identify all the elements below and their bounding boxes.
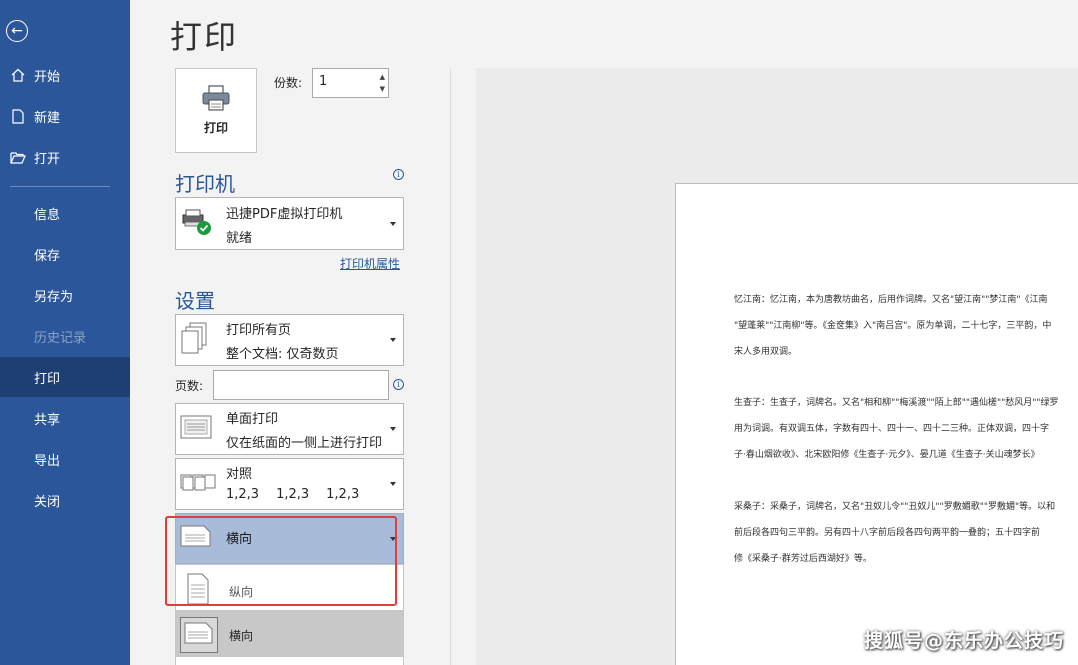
chevron-down-icon [390, 482, 396, 486]
chevron-down-icon [390, 427, 396, 431]
sidebar-item-home[interactable]: 开始 [0, 55, 130, 95]
copies-label: 份数: [274, 76, 303, 90]
print-button[interactable]: 打印 [175, 68, 257, 153]
sidebar-item-share[interactable]: 共享 [0, 398, 130, 438]
sidebar-item-save-as[interactable]: 另存为 [0, 275, 130, 315]
printer-name: 迅捷PDF虚拟打印机 [226, 207, 343, 222]
sidebar-item-label: 打开 [34, 151, 61, 167]
new-doc-icon [0, 108, 34, 124]
sidebar-item-label: 导出 [34, 453, 61, 469]
folder-open-icon [0, 151, 34, 164]
orientation-dropdown[interactable]: 横向 [175, 513, 404, 564]
collate-num: 1,2,3 [226, 487, 260, 502]
sides-label: 单面打印 [226, 412, 279, 427]
sidebar-item-label: 打印 [34, 371, 61, 387]
sidebar-item-label: 共享 [34, 412, 61, 428]
pages-input[interactable] [213, 370, 389, 400]
info-icon[interactable]: i [393, 169, 404, 180]
sidebar-item-new[interactable]: 新建 [0, 96, 130, 136]
pages-label: 页数: [175, 379, 204, 393]
one-sided-page-icon [180, 413, 214, 445]
backstage-sidebar: ← 开始 新建 打开 信息 保存 另存为 历史记录 打印 共享 导出 关闭 [0, 0, 130, 665]
printer-ready-icon [180, 207, 216, 241]
sidebar-item-open[interactable]: 打开 [0, 137, 130, 177]
spin-down-icon[interactable]: ▼ [380, 83, 385, 95]
portrait-page-icon [186, 573, 210, 609]
collate-num: 1,2,3 [276, 487, 310, 502]
watermark: 搜狐号@东乐办公技巧 [863, 630, 1064, 652]
orientation-option-label: 横向 [229, 629, 254, 643]
preview-text-line: 生查子：生查子，词牌名。又名"相和柳""梅溪渡""陌上郎""遇仙槎""愁风月""… [734, 398, 1059, 408]
collate-icon [180, 470, 216, 498]
orientation-option-landscape[interactable]: 横向 [175, 610, 404, 656]
printer-section-title: 打印机 [175, 172, 235, 196]
sides-dropdown[interactable]: 单面打印 仅在纸面的一侧上进行打印 [175, 403, 404, 455]
sides-detail: 仅在纸面的一侧上进行打印 [226, 436, 383, 451]
landscape-page-icon [180, 523, 212, 553]
sidebar-item-close[interactable]: 关闭 [0, 480, 130, 520]
sidebar-divider [10, 186, 110, 187]
preview-text-line: 忆江南：忆江南，本为唐教坊曲名，后用作词牌。又名"望江南""梦江南"《江南 [734, 295, 1048, 305]
printer-properties-link[interactable]: 打印机属性 [340, 255, 400, 272]
sidebar-item-label: 新建 [34, 110, 61, 126]
preview-text-line: 修《采桑子·群芳过后西湖好》等。 [734, 554, 872, 564]
printer-dropdown[interactable]: 迅捷PDF虚拟打印机 就绪 [175, 197, 404, 250]
sidebar-item-label: 历史记录 [34, 330, 87, 346]
preview-text-line: "望蓬莱""江南柳"等。《金奁集》入"南吕宫"。原为单调，二十七字，三平韵，中 [734, 321, 1052, 331]
info-icon[interactable]: i [393, 379, 404, 390]
spin-up-icon[interactable]: ▲ [380, 71, 385, 83]
sidebar-item-save[interactable]: 保存 [0, 234, 130, 274]
next-setting-dropdown[interactable] [175, 656, 404, 665]
settings-section-title: 设置 [175, 289, 215, 313]
copies-value: 1 [319, 74, 328, 89]
collate-label: 对照 [226, 467, 253, 482]
printer-status: 就绪 [226, 231, 253, 246]
preview-text-line: 采桑子：采桑子，词牌名，又名"丑奴儿令""丑奴儿""罗敷媚歌""罗敷媚"等。以和 [734, 502, 1056, 512]
preview-text-line: 用为词调。有双调五体，字数有四十、四十一、四十二三种。正体双调，四十字 [734, 424, 1050, 434]
sidebar-item-label: 开始 [34, 69, 61, 85]
collate-sequence: 1,2,3 1,2,3 1,2,3 [226, 487, 376, 502]
sidebar-item-label: 关闭 [34, 494, 61, 510]
chevron-down-icon [390, 338, 396, 342]
pages-stack-icon [180, 321, 210, 359]
collate-num: 1,2,3 [326, 487, 360, 502]
sidebar-item-export[interactable]: 导出 [0, 439, 130, 479]
preview-page: 忆江南：忆江南，本为唐教坊曲名，后用作词牌。又名"望江南""梦江南"《江南 "望… [675, 183, 1078, 665]
back-arrow-icon[interactable]: ← [6, 20, 28, 42]
preview-text-line: 宋人多用双调。 [734, 347, 798, 357]
print-range-label: 打印所有页 [226, 323, 292, 338]
panel-divider [450, 68, 451, 665]
sidebar-item-info[interactable]: 信息 [0, 193, 130, 233]
landscape-page-icon [180, 617, 218, 653]
orientation-selected-label: 横向 [226, 532, 253, 547]
print-button-label: 打印 [203, 121, 228, 135]
sidebar-item-label: 另存为 [34, 289, 74, 305]
home-icon [0, 68, 34, 82]
collate-dropdown[interactable]: 对照 1,2,3 1,2,3 1,2,3 [175, 458, 404, 510]
chevron-down-icon [390, 221, 396, 226]
sidebar-item-label: 保存 [34, 248, 61, 264]
copies-stepper[interactable]: ▲ ▼ [380, 71, 385, 95]
orientation-option-label: 纵向 [229, 585, 254, 599]
chevron-down-icon [390, 536, 396, 541]
printer-icon [201, 85, 231, 115]
copies-input[interactable]: 1 ▲ ▼ [312, 68, 389, 98]
preview-text-line: 子·春山烟欲收》、北宋欧阳修《生查子·元夕》、晏几道《生查子·关山魂梦长》 [734, 450, 1040, 460]
sidebar-item-print[interactable]: 打印 [0, 357, 130, 397]
preview-text-line: 前后段各四句三平韵。另有四十八字前后段各四句两平韵一叠韵；五十四字前 [734, 528, 1041, 538]
page-title: 打印 [170, 18, 239, 56]
print-range-detail: 整个文档: 仅奇数页 [226, 347, 339, 362]
sidebar-item-history: 历史记录 [0, 316, 130, 356]
sidebar-item-label: 信息 [34, 207, 61, 223]
orientation-option-portrait[interactable]: 纵向 [175, 564, 404, 614]
print-range-dropdown[interactable]: 打印所有页 整个文档: 仅奇数页 [175, 314, 404, 366]
